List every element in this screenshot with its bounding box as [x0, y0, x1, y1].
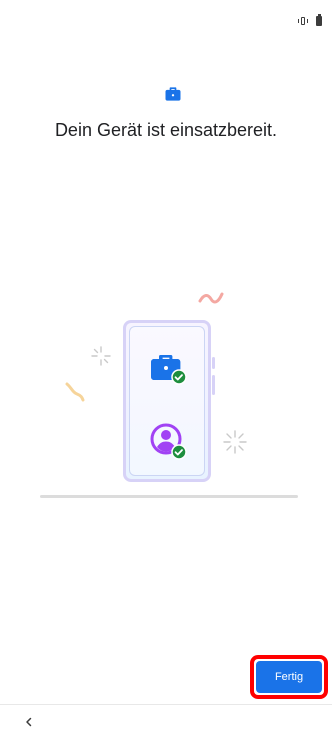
- battery-icon: [316, 14, 322, 26]
- status-bar: [0, 0, 332, 40]
- sparkle-icon: [223, 430, 247, 454]
- work-profile-check-icon: [151, 355, 187, 385]
- progress-divider: [40, 495, 298, 498]
- confetti-curl-icon: [65, 382, 85, 402]
- phone-button: [212, 357, 215, 369]
- setup-complete-illustration: [40, 285, 300, 505]
- vibrate-icon: [298, 17, 308, 25]
- page-title: Dein Gerät ist einsatzbereit.: [54, 120, 278, 140]
- briefcase-icon: [165, 87, 181, 101]
- personal-profile-check-icon: [150, 423, 187, 460]
- back-icon[interactable]: [24, 717, 34, 727]
- navigation-bar: [0, 704, 332, 736]
- sparkle-icon: [91, 346, 111, 366]
- done-button[interactable]: Fertig: [256, 661, 322, 693]
- status-icons: [298, 14, 322, 26]
- confetti-wave-icon: [198, 292, 224, 304]
- phone-button: [212, 375, 215, 395]
